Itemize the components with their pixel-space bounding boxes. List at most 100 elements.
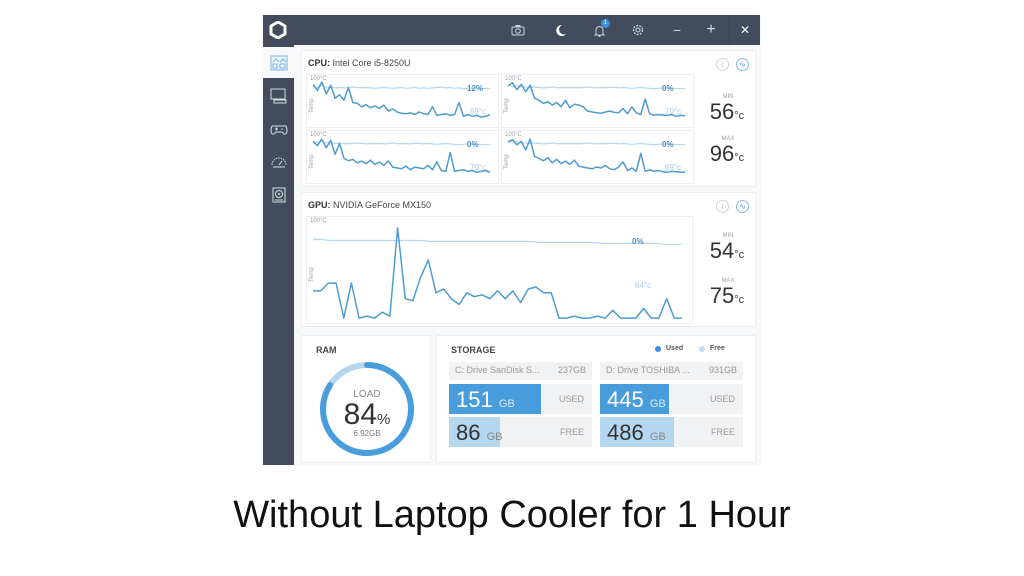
ram-used-amount: 6.92GB: [353, 429, 381, 438]
ram-load-value: 84%: [302, 398, 432, 432]
graph-svg: [312, 138, 491, 174]
close-button[interactable]: ✕: [730, 15, 760, 45]
gpu-chart-toggle-icon[interactable]: ∿: [736, 200, 749, 213]
sidebar-item-speed[interactable]: [263, 146, 294, 177]
minimize-icon: −: [672, 22, 682, 38]
cpu-core-graph-3: 100°C Temp 0% 70°c: [306, 130, 499, 184]
usage-percent: 0%: [662, 140, 674, 149]
usage-percent: 12%: [467, 84, 484, 93]
hard-drive-icon: [272, 187, 285, 202]
cpu-name: Intel Core i5-8250U: [332, 58, 411, 68]
cpu-label: CPU:: [308, 58, 330, 68]
current-temperature: 69°c: [665, 163, 682, 172]
usage-line: [312, 84, 491, 90]
drive-d-free-number: 486: [607, 420, 644, 445]
y-axis-label: Temp: [504, 98, 510, 113]
drive-c-used-number: 151: [456, 387, 493, 412]
ram-panel: RAM LOAD 84% 6.92GB: [301, 335, 431, 463]
app-window: 1 − + ✕ CPU: Intel Core i5-8250U i ∿ 100…: [263, 15, 760, 465]
monitor-icon: [270, 88, 286, 103]
y-axis-max-label: 100°C: [505, 132, 522, 138]
used-dot-icon: [655, 345, 661, 352]
gpu-max-unit: °c: [734, 294, 745, 306]
usage-line: [313, 238, 682, 245]
usage-percent: 0%: [467, 140, 479, 149]
usage-line: [507, 140, 686, 146]
storage-title: STORAGE: [451, 345, 496, 355]
current-temperature: 70°c: [470, 163, 487, 172]
cpu-max-number: 96: [709, 141, 735, 166]
camera-icon[interactable]: [503, 15, 533, 45]
cpu-chart-toggle-icon[interactable]: ∿: [736, 58, 749, 71]
drive-c-name: C: Drive SanDisk S...: [455, 365, 540, 375]
cpu-min-number: 56: [709, 99, 735, 124]
drive-d-free-value: 486 GB: [607, 420, 666, 446]
notification-badge: 1: [601, 19, 610, 28]
cpu-info-icon[interactable]: i: [716, 58, 729, 71]
minimize-button[interactable]: −: [662, 15, 692, 45]
storage-panel: STORAGE Used Free C: Drive SanDisk S... 2…: [436, 335, 756, 463]
sidebar-item-system[interactable]: [263, 80, 294, 111]
cpu-title: CPU: Intel Core i5-8250U: [308, 58, 411, 68]
app-logo-icon: [269, 21, 287, 39]
y-axis-max-label: 100°C: [310, 76, 327, 82]
bell-icon[interactable]: 1: [584, 15, 614, 45]
drive-c-size: 237GB: [557, 365, 586, 375]
drive-d-header[interactable]: D: Drive TOSHIBA ... 931GB: [600, 362, 743, 380]
y-axis-label: Temp: [309, 154, 315, 169]
maximize-button[interactable]: +: [696, 15, 726, 45]
maximize-icon: +: [706, 21, 716, 38]
gpu-min-unit: °c: [734, 249, 745, 261]
cpu-max-unit: °c: [734, 152, 745, 164]
gpu-label: GPU:: [308, 200, 331, 210]
drive-d-used-unit: GB: [649, 398, 666, 410]
drive-c-header[interactable]: C: Drive SanDisk S... 237GB: [449, 362, 592, 380]
gpu-info-icon[interactable]: i: [716, 200, 729, 213]
gpu-graph: 100°C Temp 0% 64°c: [306, 216, 693, 324]
y-axis-label: Temp: [309, 98, 315, 113]
drive-d-free-unit: GB: [649, 431, 666, 443]
moon-icon[interactable]: [545, 15, 575, 45]
drive-d-used-value: 445 GB: [607, 387, 666, 413]
cpu-max-value: 96°c: [702, 141, 752, 167]
legend-free: Free: [699, 345, 725, 352]
sidebar: [263, 45, 294, 465]
gear-icon[interactable]: [623, 15, 653, 45]
current-temperature: 64°c: [635, 281, 652, 290]
graph-svg: [507, 138, 686, 174]
usage-percent: 0%: [662, 84, 674, 93]
gpu-title: GPU: NVIDIA GeForce MX150: [308, 200, 431, 210]
gpu-panel: GPU: NVIDIA GeForce MX150 i ∿ 100°C Temp 0…: [301, 192, 756, 327]
current-temperature: 70°c: [665, 107, 682, 116]
drive-c-free-unit: GB: [486, 431, 503, 443]
drive-c-free-label: FREE: [559, 427, 584, 437]
close-icon: ✕: [739, 23, 751, 37]
drive-c-used-value: 151 GB: [456, 387, 515, 413]
cpu-min-value: 56°c: [702, 99, 752, 125]
graph-svg: [312, 81, 491, 118]
drive-d-free-row: 486 GB FREE: [600, 417, 743, 447]
y-axis-label: Temp: [504, 154, 510, 169]
y-axis-max-label: 100°C: [505, 76, 522, 82]
gpu-name: NVIDIA GeForce MX150: [333, 200, 432, 210]
drive-c-free-number: 86: [456, 420, 481, 445]
ram-title: RAM: [316, 345, 337, 355]
drive-d-used-label: USED: [709, 394, 735, 404]
caption: Without Laptop Cooler for 1 Hour: [233, 494, 791, 536]
y-axis-max-label: 100°C: [310, 132, 327, 138]
sidebar-item-storage[interactable]: [263, 179, 294, 210]
gpu-max-value: 75°c: [702, 283, 752, 309]
sidebar-item-gaming[interactable]: [263, 113, 294, 144]
gpu-min-number: 54: [709, 238, 735, 263]
gamepad-icon: [269, 125, 288, 135]
drive-d-used-number: 445: [607, 387, 644, 412]
titlebar: 1 − + ✕: [263, 15, 760, 45]
ram-load-unit: %: [377, 411, 391, 428]
drive-d-used-row: 445 GB USED: [600, 384, 743, 414]
ram-load-number: 84: [343, 398, 378, 431]
legend-used: Used: [655, 345, 683, 352]
cpu-core-graph-1: 100°C Temp 12% 69°c: [306, 74, 499, 128]
sidebar-item-dashboard[interactable]: [263, 47, 294, 78]
dashboard-icon: [270, 55, 287, 70]
drive-c-used-row: 151 GB USED: [449, 384, 592, 414]
